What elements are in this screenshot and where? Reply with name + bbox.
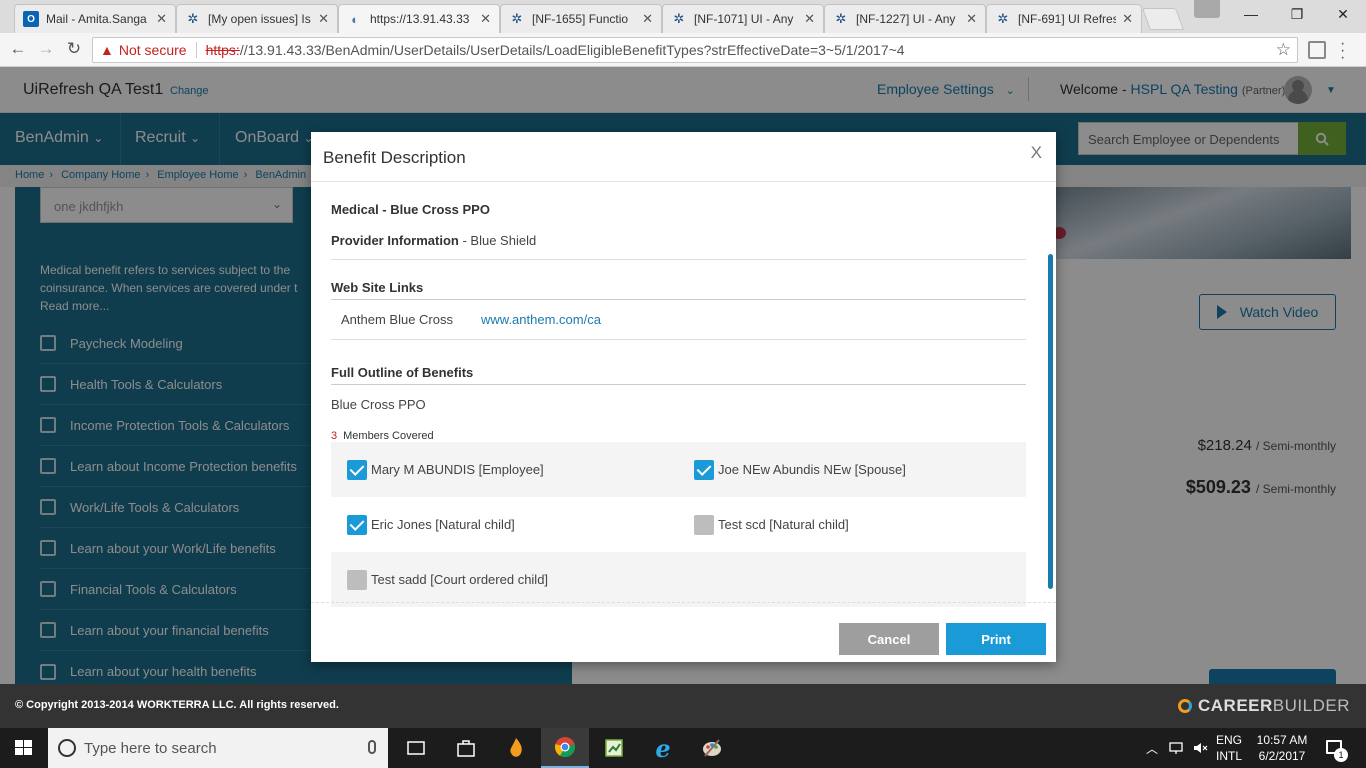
windows-start-icon[interactable] (15, 740, 32, 756)
cortana-icon (58, 739, 76, 757)
jira-icon: ✲ (187, 11, 199, 26)
outline-value: Blue Cross PPO (331, 397, 426, 412)
jira-icon: ✲ (511, 11, 523, 26)
internet-explorer-icon[interactable]: e (639, 728, 687, 768)
member-label: Mary M ABUNDIS [Employee] (371, 462, 544, 477)
browser-tab-nf691[interactable]: ✲ [NF-691] UI Refresh ✕ (986, 4, 1142, 33)
network-icon[interactable] (1168, 728, 1184, 768)
member-checkbox-eric[interactable] (347, 515, 367, 535)
plan-name: Medical - Blue Cross PPO (331, 202, 490, 217)
benefit-description-modal: Benefit Description X Medical - Blue Cro… (311, 132, 1056, 662)
member-row: Eric Jones [Natural child] Test scd [Nat… (331, 497, 1026, 552)
browser-tab-benadmin[interactable]: ◐ https://13.91.43.33 ✕ (338, 4, 500, 33)
outlook-icon: O (23, 11, 39, 27)
browser-tab-nf1071[interactable]: ✲ [NF-1071] UI - Any ✕ (662, 4, 824, 33)
close-icon[interactable]: ✕ (642, 11, 653, 27)
member-label: Eric Jones [Natural child] (371, 517, 515, 532)
back-arrow-icon[interactable]: ← (7, 39, 29, 59)
app-flame-icon[interactable] (492, 728, 540, 768)
jira-icon: ✲ (673, 11, 685, 26)
store-icon[interactable] (442, 728, 490, 768)
page-icon: ◐ (351, 11, 359, 27)
modal-title: Benefit Description (323, 148, 466, 167)
bookmark-star-icon[interactable]: ☆ (1276, 40, 1291, 60)
browser-tab-nf1655[interactable]: ✲ [NF-1655] Functio ✕ (500, 4, 662, 33)
task-view-icon[interactable] (392, 728, 440, 768)
outline-title: Full Outline of Benefits (331, 365, 474, 380)
new-tab-button[interactable] (1141, 8, 1185, 30)
close-icon[interactable]: ✕ (1122, 11, 1133, 27)
member-checkbox-mary[interactable] (347, 460, 367, 480)
taskbar-search-input[interactable]: Type here to search (48, 728, 388, 768)
window-close-icon[interactable]: ✕ (1320, 0, 1366, 28)
browser-toolbar: ← → ↻ ▲ Not secure https://13.91.43.33/B… (0, 33, 1366, 67)
paint-icon[interactable] (688, 728, 736, 768)
close-icon[interactable]: ✕ (966, 11, 977, 27)
close-icon[interactable]: ✕ (318, 11, 329, 27)
browser-tabstrip: O Mail - Amita.Sanga ✕ ✲ [My open issues… (0, 0, 1366, 33)
careerbuilder-icon (1178, 699, 1192, 713)
jira-icon: ✲ (835, 11, 847, 26)
url-scheme: https: (205, 42, 240, 58)
url-path: //13.91.43.33/BenAdmin/UserDetails/UserD… (239, 42, 905, 58)
volume-icon[interactable] (1192, 728, 1208, 768)
language-indicator[interactable]: ENG INTL (1216, 732, 1242, 764)
member-label: Test sadd [Court ordered child] (371, 572, 549, 587)
members-covered: 3 Members Covered (331, 430, 434, 442)
browser-tab-mail[interactable]: O Mail - Amita.Sanga ✕ (14, 4, 176, 33)
browser-menu-icon[interactable]: · · · (1340, 36, 1345, 66)
jira-icon: ✲ (997, 11, 1009, 26)
address-bar[interactable]: ▲ Not secure https://13.91.43.33/BenAdmi… (92, 37, 1298, 63)
browser-tab-issues[interactable]: ✲ [My open issues] Is ✕ (176, 4, 338, 33)
browser-profile-icon[interactable] (1194, 0, 1220, 18)
extension-icon[interactable] (1308, 41, 1326, 59)
close-icon[interactable]: ✕ (480, 11, 491, 27)
print-button[interactable]: Print (946, 623, 1046, 655)
member-checkbox-test-sadd[interactable] (347, 570, 367, 590)
windows-taskbar: Type here to search e ︿ ENG INTL 10:57 A… (0, 728, 1366, 768)
modal-body: Medical - Blue Cross PPO Provider Inform… (331, 182, 1026, 607)
page-footer: © Copyright 2013-2014 WORKTERRA LLC. All… (0, 684, 1366, 728)
anthem-link[interactable]: www.anthem.com/ca (481, 312, 601, 327)
link-name: Anthem Blue Cross (341, 312, 453, 327)
close-icon[interactable]: ✕ (156, 11, 167, 27)
cancel-button[interactable]: Cancel (839, 623, 939, 655)
restore-icon[interactable]: ❐ (1274, 0, 1320, 28)
notification-badge: 1 (1334, 748, 1348, 762)
provider-info: Provider Information - Blue Shield (331, 233, 537, 248)
forward-arrow-icon[interactable]: → (35, 39, 57, 59)
reload-icon[interactable]: ↻ (63, 39, 85, 59)
not-secure-label[interactable]: Not secure (119, 42, 187, 58)
member-row: Test sadd [Court ordered child] (331, 552, 1026, 607)
member-label: Joe NEw Abundis NEw [Spouse] (718, 462, 906, 477)
close-icon[interactable]: ✕ (804, 11, 815, 27)
modal-header: Benefit Description X (311, 132, 1056, 182)
member-row: Mary M ABUNDIS [Employee] Joe NEw Abundi… (331, 442, 1026, 497)
web-links-title: Web Site Links (331, 280, 424, 295)
member-checkbox-test-scd[interactable] (694, 515, 714, 535)
member-checkbox-joe[interactable] (694, 460, 714, 480)
tray-chevron-up-icon[interactable]: ︿ (1146, 728, 1158, 768)
members-count: 3 (331, 430, 338, 442)
member-label: Test scd [Natural child] (718, 517, 849, 532)
careerbuilder-logo: CAREER BUILDER (1178, 696, 1350, 716)
warning-icon: ▲ (100, 42, 114, 58)
close-icon[interactable]: X (1031, 143, 1042, 163)
minimize-icon[interactable]: — (1228, 0, 1274, 28)
chrome-icon[interactable] (541, 728, 589, 768)
copyright-text: © Copyright 2013-2014 WORKTERRA LLC. All… (15, 699, 339, 711)
spreadsheet-icon[interactable] (590, 728, 638, 768)
modal-scrollbar[interactable] (1048, 254, 1053, 589)
taskbar-clock[interactable]: 10:57 AM 6/2/2017 (1252, 732, 1312, 764)
microphone-icon[interactable] (368, 740, 376, 754)
browser-tab-nf1227[interactable]: ✲ [NF-1227] UI - Any ✕ (824, 4, 986, 33)
